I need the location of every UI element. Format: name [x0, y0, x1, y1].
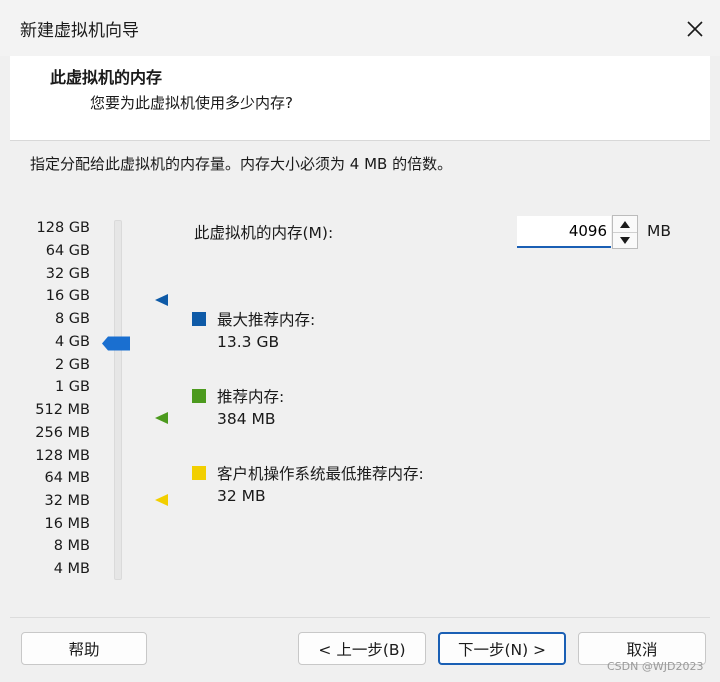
help-button[interactable]: 帮助 — [21, 632, 147, 665]
tick-label: 512 MB — [35, 402, 90, 418]
max-recommended-label: 最大推荐内存: — [217, 311, 316, 329]
memory-unit: MB — [647, 222, 672, 240]
max-recommended-value: 13.3 GB — [217, 333, 280, 351]
tick-label: 4 MB — [53, 561, 90, 577]
footer-divider — [10, 617, 710, 618]
spin-down-button[interactable] — [613, 232, 637, 248]
memory-slider-track[interactable] — [114, 220, 122, 580]
wizard-header: 此虚拟机的内存 您要为此虚拟机使用多少内存? — [10, 56, 710, 141]
memory-input[interactable] — [517, 216, 611, 248]
memory-spinner — [612, 215, 638, 249]
tick-label: 64 MB — [44, 470, 90, 486]
next-button[interactable]: 下一步(N) > — [438, 632, 566, 665]
tick-label: 16 MB — [44, 516, 90, 532]
back-button[interactable]: < 上一步(B) — [298, 632, 426, 665]
recommended-label: 推荐内存: — [217, 388, 285, 406]
page-title: 此虚拟机的内存 — [50, 68, 163, 87]
tick-label: 32 GB — [45, 266, 90, 282]
tick-label: 1 GB — [54, 379, 90, 395]
spin-up-button[interactable] — [613, 216, 637, 233]
tick-label: 128 GB — [36, 220, 90, 236]
tick-label: 8 GB — [54, 311, 90, 327]
watermark: CSDN @WJD2023 — [607, 660, 704, 673]
recommended-value: 384 MB — [217, 410, 276, 428]
memory-slider-thumb[interactable] — [101, 336, 131, 351]
guest-min-marker-icon — [155, 494, 168, 506]
tick-label: 2 GB — [54, 357, 90, 373]
arrow-down-icon — [620, 236, 630, 244]
guest-min-label: 客户机操作系统最低推荐内存: — [217, 465, 424, 483]
page-subtitle: 您要为此虚拟机使用多少内存? — [90, 94, 293, 112]
recommended-swatch — [192, 389, 206, 403]
max-recommended-swatch — [192, 312, 206, 326]
tick-label: 4 GB — [54, 334, 90, 350]
memory-label: 此虚拟机的内存(M): — [194, 224, 334, 242]
tick-label: 16 GB — [45, 288, 90, 304]
tick-label: 128 MB — [35, 448, 90, 464]
tick-label: 8 MB — [53, 538, 90, 554]
guest-min-swatch — [192, 466, 206, 480]
instruction-text: 指定分配给此虚拟机的内存量。内存大小必须为 4 MB 的倍数。 — [30, 155, 453, 173]
close-icon — [687, 21, 703, 37]
window-title: 新建虚拟机向导 — [20, 21, 139, 41]
arrow-up-icon — [620, 220, 630, 228]
tick-label: 32 MB — [44, 493, 90, 509]
tick-label: 256 MB — [35, 425, 90, 441]
recommended-marker-icon — [155, 412, 168, 424]
close-button[interactable] — [678, 12, 712, 46]
title-bar: 新建虚拟机向导 — [0, 0, 720, 56]
guest-min-value: 32 MB — [217, 487, 266, 505]
tick-label: 64 GB — [45, 243, 90, 259]
max-recommended-marker-icon — [155, 294, 168, 306]
